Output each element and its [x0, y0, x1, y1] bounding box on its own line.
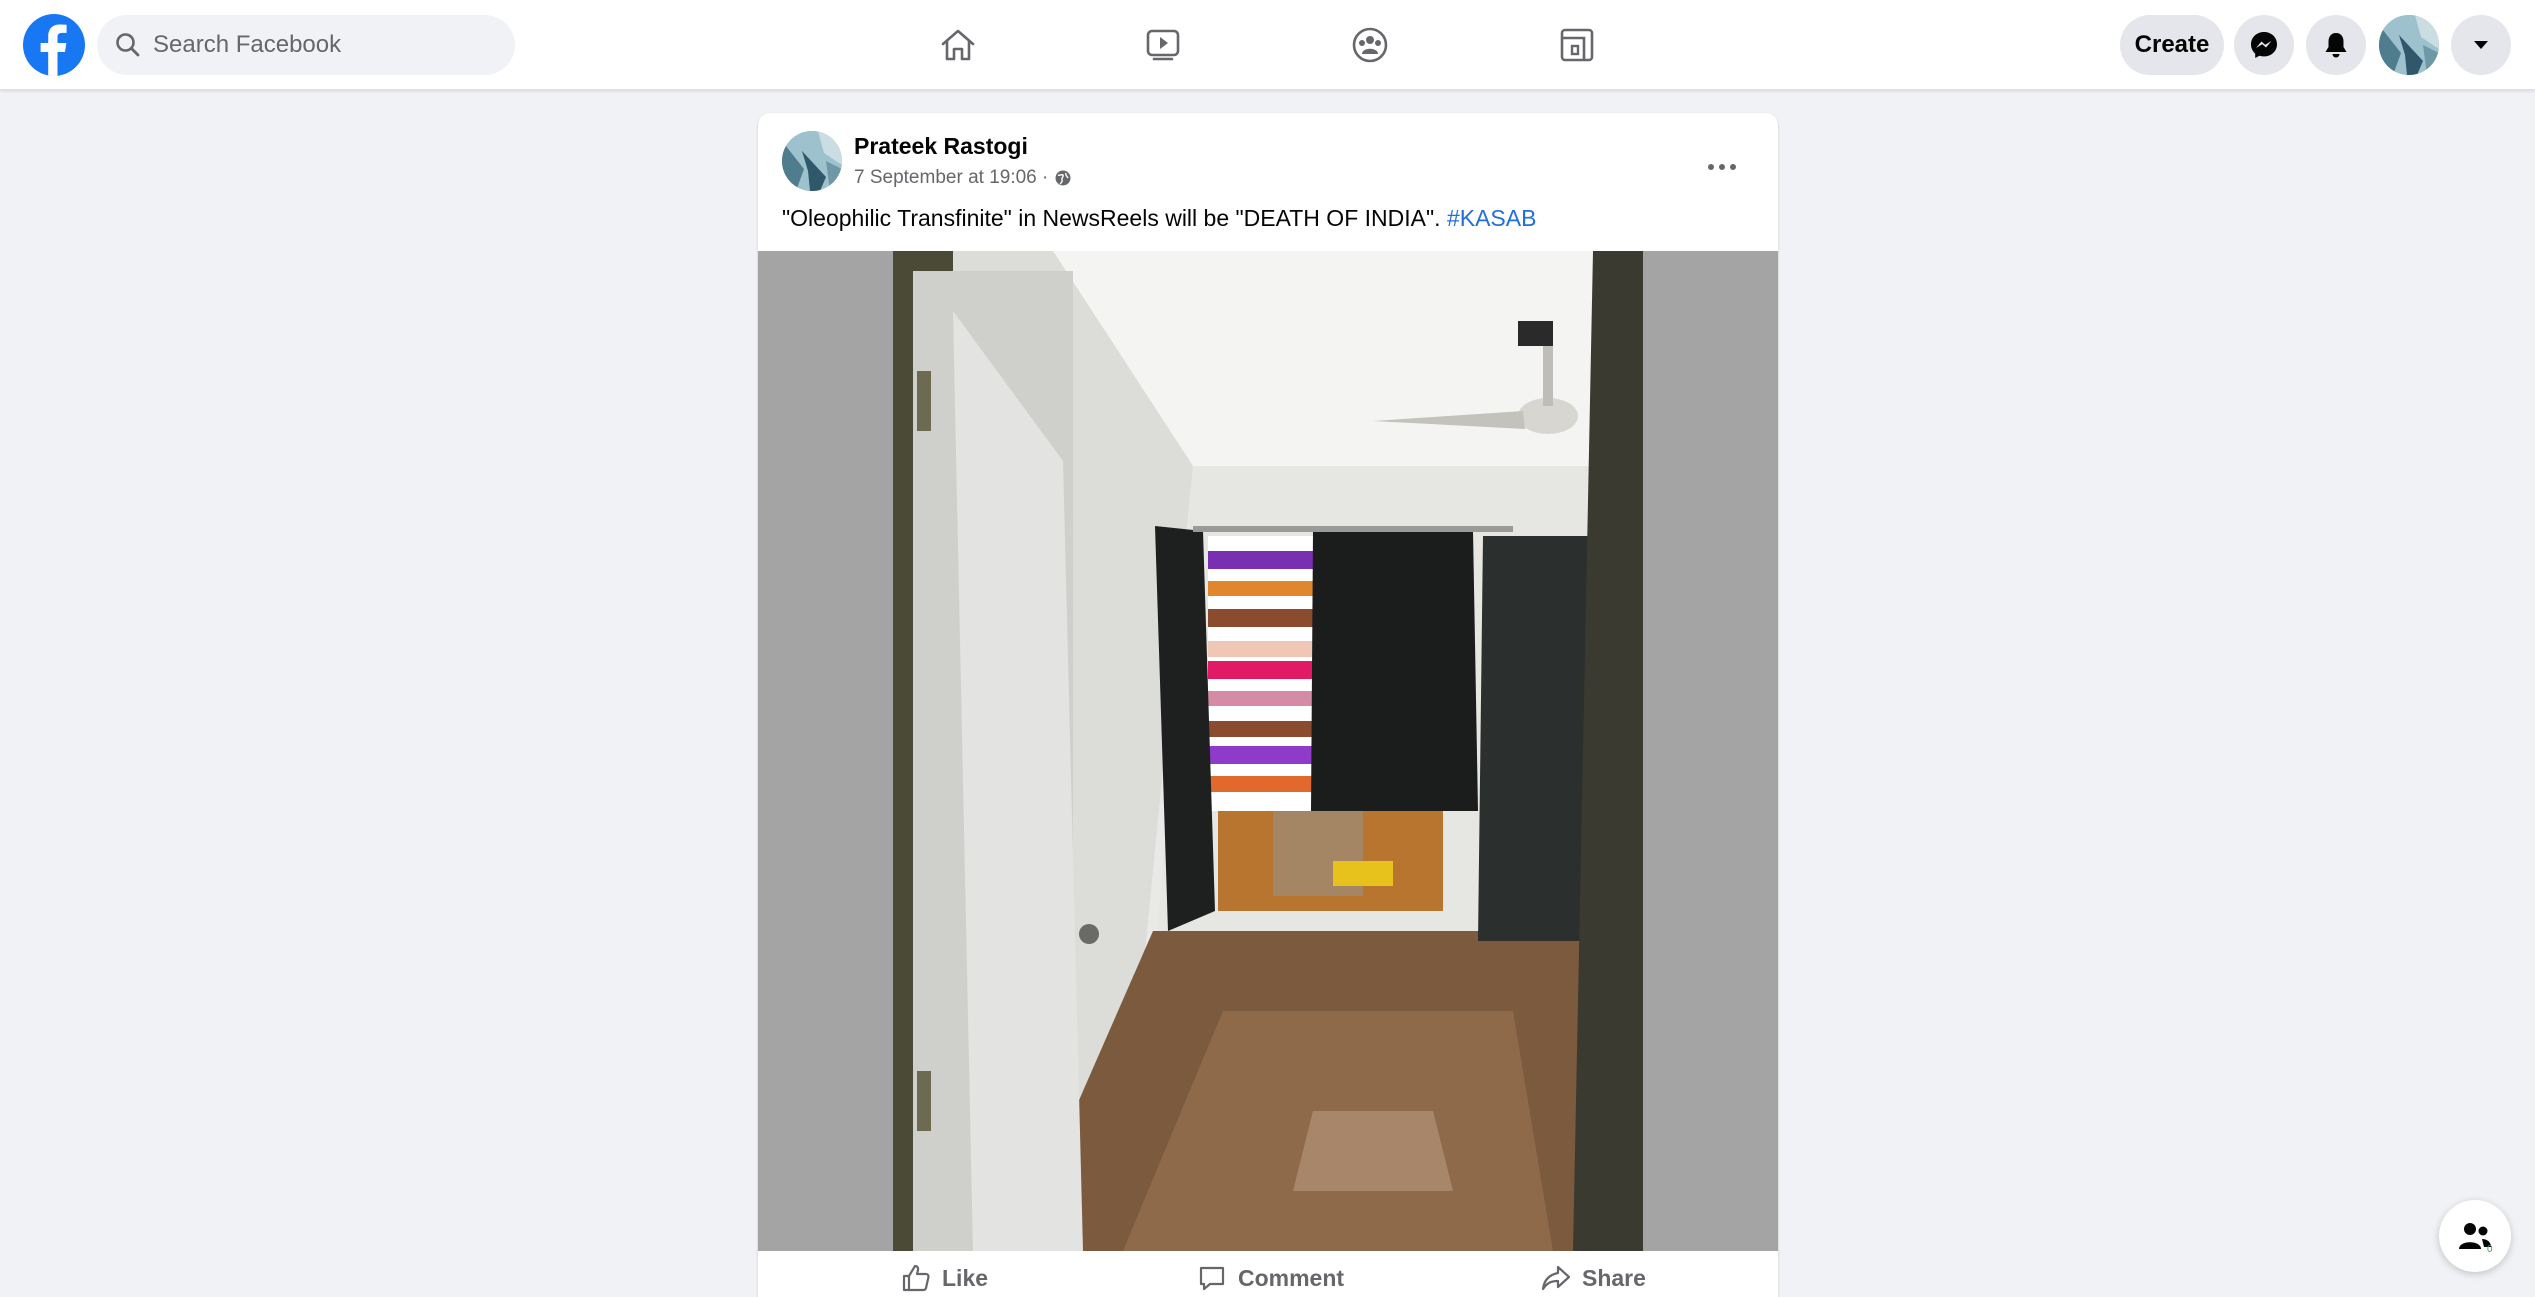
post-meta: 7 September at 19:06 · [854, 167, 1072, 189]
contacts-count: 0 [2487, 1244, 2493, 1255]
facebook-logo-icon[interactable] [23, 14, 85, 76]
hashtag-link[interactable]: #KASAB [1447, 205, 1537, 231]
caret-down-icon [2474, 41, 2488, 49]
messenger-button[interactable] [2234, 15, 2294, 75]
room-doorway-photo[interactable] [893, 251, 1643, 1251]
author-name[interactable]: Prateek Rastogi [854, 133, 1028, 160]
like-button[interactable]: Like [900, 1259, 988, 1297]
gaming-icon [1560, 28, 1594, 62]
post-photo-container[interactable] [758, 251, 1778, 1251]
nav-tab-watch[interactable] [1132, 14, 1194, 76]
video-play-icon [1146, 29, 1180, 61]
comment-button[interactable]: Comment [1196, 1259, 1344, 1297]
nav-tab-gaming[interactable] [1546, 14, 1608, 76]
contacts-button[interactable]: 0 [2439, 1200, 2511, 1272]
account-avatar[interactable] [2379, 15, 2439, 75]
bell-icon [2325, 33, 2347, 58]
comment-icon [1199, 1266, 1225, 1291]
messenger-icon [2251, 32, 2277, 58]
post-action-bar: Like Comment Share [758, 1251, 1778, 1297]
notifications-button[interactable] [2306, 15, 2366, 75]
share-icon [1541, 1265, 1571, 1291]
like-label: Like [942, 1264, 989, 1291]
more-horizontal-icon [1708, 164, 1736, 170]
top-navigation-bar: Create [0, 0, 2535, 90]
search-input[interactable] [153, 31, 493, 59]
nav-tab-groups[interactable] [1339, 14, 1401, 76]
comment-label: Comment [1238, 1264, 1345, 1291]
post-text-body: "Oleophilic Transfinite" in NewsReels wi… [782, 205, 1447, 231]
thumbs-up-icon [902, 1264, 930, 1292]
home-icon [941, 29, 975, 61]
post-timestamp[interactable]: 7 September at 19:06 · [854, 167, 1048, 189]
contacts-icon: 0 [2459, 1223, 2493, 1255]
search-box[interactable] [97, 15, 515, 75]
globe-icon[interactable] [1054, 169, 1072, 187]
share-button[interactable]: Share [1540, 1259, 1646, 1297]
search-icon [113, 30, 143, 60]
create-button[interactable]: Create [2120, 15, 2224, 75]
post-options-button[interactable] [1696, 141, 1748, 193]
account-menu-button[interactable] [2451, 15, 2511, 75]
post-text: "Oleophilic Transfinite" in NewsReels wi… [782, 205, 1536, 232]
groups-icon [1352, 27, 1388, 63]
author-avatar[interactable] [782, 131, 842, 191]
nav-tab-home[interactable] [927, 14, 989, 76]
share-label: Share [1582, 1264, 1646, 1291]
feed-post: Prateek Rastogi 7 September at 19:06 · "… [758, 113, 1778, 1297]
